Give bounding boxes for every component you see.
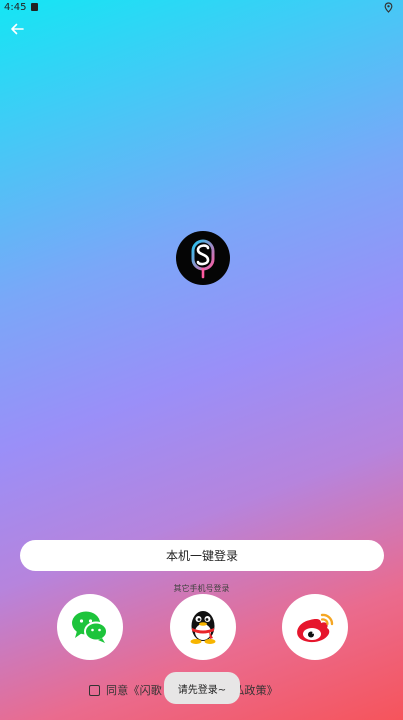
wechat-icon: [72, 611, 108, 643]
status-bar: 4:45: [0, 0, 403, 16]
location-icon: [384, 2, 393, 13]
qq-login-button[interactable]: [170, 594, 236, 660]
other-phone-login-link[interactable]: 其它手机号登录: [0, 583, 403, 594]
agreement-text-start: 同意《闪歌: [106, 684, 162, 697]
login-toast: 请先登录~: [164, 672, 240, 704]
notification-icon: [31, 3, 38, 11]
status-time: 4:45: [4, 2, 27, 13]
app-logo: [176, 231, 230, 285]
wechat-login-button[interactable]: [57, 594, 123, 660]
agreement-checkbox[interactable]: [89, 684, 100, 696]
qq-icon: [190, 611, 216, 644]
app-logo-icon: [191, 239, 215, 279]
arrow-left-icon: [11, 23, 24, 35]
weibo-icon: [297, 613, 334, 643]
one-key-login-button[interactable]: 本机一键登录: [20, 540, 384, 571]
weibo-login-button[interactable]: [282, 594, 348, 660]
back-button[interactable]: [6, 18, 28, 40]
